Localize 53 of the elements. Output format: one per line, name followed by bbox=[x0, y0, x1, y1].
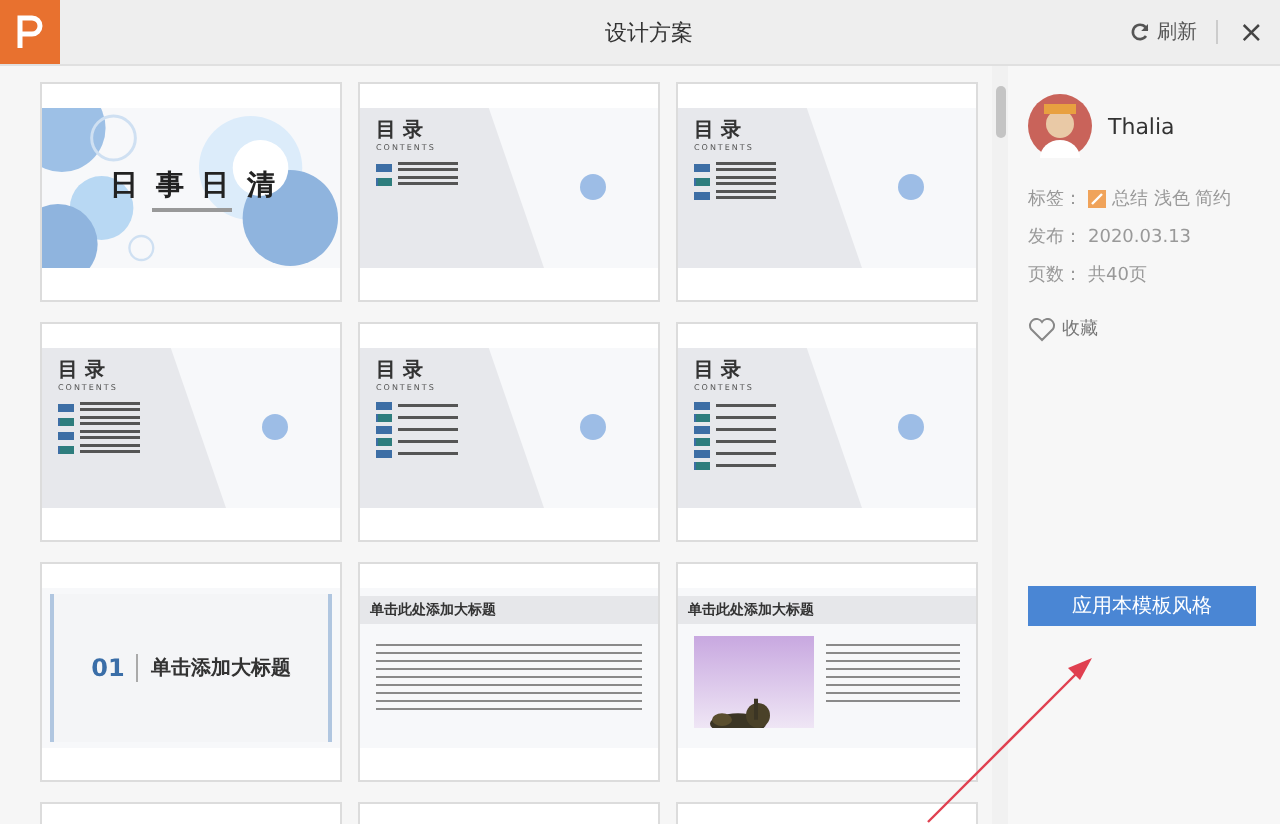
text-lines-drawing bbox=[398, 404, 458, 408]
slide-title: 目 录 bbox=[694, 360, 741, 382]
detail-value: 共40页 bbox=[1088, 263, 1147, 288]
text-lines-drawing bbox=[716, 176, 776, 186]
text-lines-drawing bbox=[716, 464, 776, 468]
refresh-icon bbox=[1130, 22, 1151, 42]
apply-template-button[interactable]: 应用本模板风格 bbox=[1028, 586, 1256, 626]
avatar-icon bbox=[1028, 94, 1092, 158]
slide-title: 目 录 bbox=[376, 120, 423, 142]
template-thumbnail[interactable]: 日 事 日 清 bbox=[40, 82, 342, 302]
text-lines-drawing bbox=[80, 430, 140, 440]
text-lines-drawing bbox=[716, 162, 776, 172]
slide-title: 目 录 bbox=[58, 360, 105, 382]
text-lines-drawing bbox=[80, 402, 140, 412]
heart-icon bbox=[1028, 317, 1056, 341]
text-lines-drawing bbox=[398, 416, 458, 420]
text-lines-drawing bbox=[80, 416, 140, 426]
circle-drawing bbox=[898, 174, 924, 200]
text-lines-drawing bbox=[398, 176, 458, 186]
text-lines-drawing bbox=[716, 190, 776, 200]
favorite-button[interactable]: 收藏 bbox=[1028, 316, 1098, 342]
text-lines-drawing bbox=[398, 162, 458, 172]
scrollbar-thumb[interactable] bbox=[995, 86, 1005, 138]
circle-drawing bbox=[262, 414, 288, 440]
author-name: Thalia bbox=[1108, 113, 1175, 139]
text-lines-drawing bbox=[716, 416, 776, 420]
detail-label: 标签： bbox=[1028, 187, 1082, 212]
text-lines-drawing bbox=[398, 428, 458, 432]
circle-drawing bbox=[580, 174, 606, 200]
detail-label: 发布： bbox=[1028, 225, 1082, 250]
text-lines-drawing bbox=[716, 404, 776, 408]
text-lines-drawing bbox=[398, 452, 458, 456]
text-lines-drawing bbox=[716, 440, 776, 444]
template-thumbnail[interactable]: 01 单击添加大标题 bbox=[40, 562, 342, 782]
tag-icon bbox=[1088, 190, 1106, 208]
subtitle-lines-drawing bbox=[152, 208, 232, 212]
window-title: 设计方案 bbox=[603, 17, 696, 47]
slide-title: 目 录 bbox=[376, 360, 423, 382]
text-lines-drawing bbox=[80, 444, 140, 454]
slide-title: 单击添加大标题 bbox=[150, 655, 291, 682]
circle-drawing bbox=[898, 414, 924, 440]
detail-label: 页数： bbox=[1028, 263, 1082, 288]
slide-title: 日 事 日 清 bbox=[110, 168, 280, 204]
text-lines-drawing bbox=[398, 440, 458, 444]
slide-title: 目 录 bbox=[694, 120, 741, 142]
section-number: 01 bbox=[91, 654, 125, 682]
text-lines-drawing bbox=[716, 428, 776, 432]
circle-drawing bbox=[580, 414, 606, 440]
detail-value: 2020.03.13 bbox=[1088, 227, 1192, 247]
close-button[interactable]: × bbox=[1226, 14, 1280, 50]
detail-value: 总结 浅色 简约 bbox=[1112, 187, 1232, 212]
text-lines-drawing bbox=[716, 452, 776, 456]
refresh-button[interactable]: 刷新 bbox=[1118, 18, 1209, 46]
